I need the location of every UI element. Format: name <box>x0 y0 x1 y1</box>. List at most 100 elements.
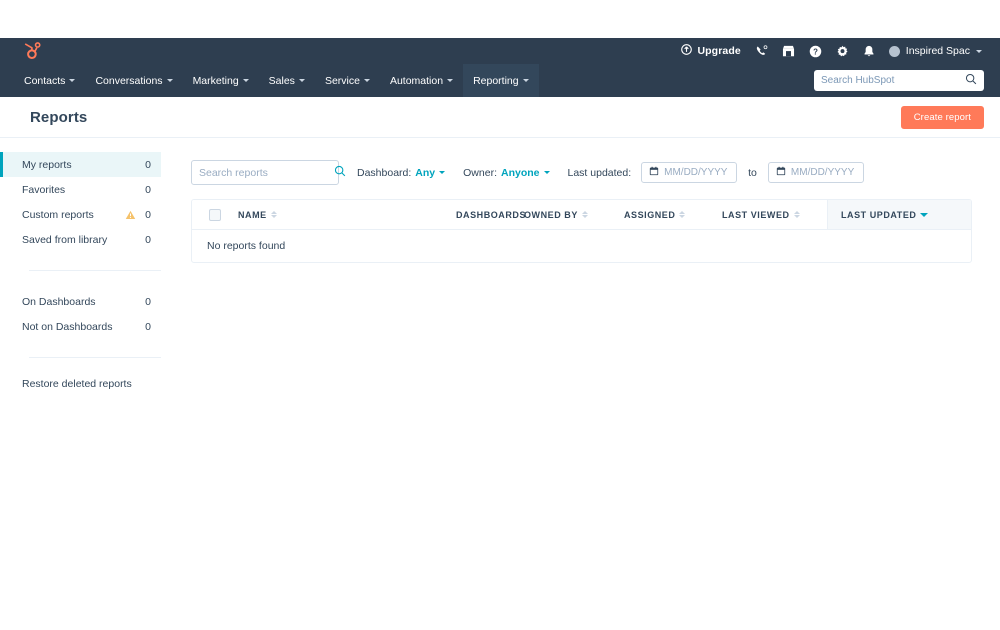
table-header-row: NAME DASHBOARDS OWNED BY ASSIGNED LAST V… <box>192 200 971 230</box>
nav-item-service[interactable]: Service <box>315 64 380 97</box>
column-header-owned-by[interactable]: OWNED BY <box>524 200 624 229</box>
nav-item-label: Marketing <box>192 74 239 87</box>
upgrade-button[interactable]: Upgrade <box>681 44 741 58</box>
owner-filter-label: Owner: <box>463 166 497 179</box>
main-content: Dashboard: Any Owner: Anyone Last update… <box>175 138 1000 263</box>
nav-items: Contacts Conversations Marketing Sales S… <box>14 64 539 97</box>
search-icon[interactable] <box>334 164 346 182</box>
owner-filter[interactable]: Owner: Anyone <box>463 166 550 179</box>
column-header-last-viewed[interactable]: LAST VIEWED <box>722 200 827 229</box>
bell-icon[interactable] <box>863 45 875 58</box>
sidebar-item-favorites[interactable]: Favorites 0 <box>0 177 161 202</box>
sidebar-item-count: 0 <box>145 158 151 171</box>
chevron-down-icon <box>522 79 529 82</box>
sidebar-item-label: On Dashboards <box>22 295 96 308</box>
column-label: LAST UPDATED <box>841 209 917 220</box>
sidebar-item-count: 0 <box>145 208 151 221</box>
search-reports-box[interactable] <box>191 160 346 185</box>
column-label: ASSIGNED <box>624 209 676 220</box>
sidebar-item-my-reports[interactable]: My reports 0 <box>0 152 161 177</box>
filter-bar: Dashboard: Any Owner: Anyone Last update… <box>191 160 972 185</box>
chevron-down-icon <box>543 171 550 174</box>
dashboard-filter[interactable]: Dashboard: Any <box>357 166 446 179</box>
sidebar-item-label: Saved from library <box>22 233 108 246</box>
nav-item-label: Reporting <box>473 74 519 87</box>
nav-item-label: Conversations <box>95 74 163 87</box>
date-to-input[interactable]: MM/DD/YYYY <box>767 162 864 183</box>
sidebar-item-count: 0 <box>145 320 151 333</box>
top-bar-right-cluster: Upgrade ? Inspired Spac <box>681 38 1000 64</box>
sidebar-item-on-dashboards[interactable]: On Dashboards 0 <box>0 289 161 314</box>
column-header-last-updated[interactable]: LAST UPDATED <box>827 200 971 229</box>
column-header-assigned[interactable]: ASSIGNED <box>624 200 722 229</box>
nav-item-automation[interactable]: Automation <box>380 64 463 97</box>
sidebar-item-not-on-dashboards[interactable]: Not on Dashboards 0 <box>0 314 161 339</box>
restore-deleted-reports-link[interactable]: Restore deleted reports <box>0 376 175 392</box>
global-search-box[interactable] <box>814 70 984 91</box>
column-label: LAST VIEWED <box>722 209 790 220</box>
chevron-down-icon <box>976 49 982 53</box>
sidebar-item-count: 0 <box>145 183 151 196</box>
nav-item-label: Contacts <box>24 74 66 87</box>
owner-filter-value-button[interactable]: Anyone <box>501 167 550 179</box>
sort-arrows-icon <box>793 211 800 218</box>
table-empty-state: No reports found <box>192 230 971 262</box>
warning-triangle-icon <box>125 210 136 220</box>
empty-message: No reports found <box>207 240 286 252</box>
nav-item-reporting[interactable]: Reporting <box>463 64 539 97</box>
chevron-down-icon <box>447 79 454 82</box>
create-report-button[interactable]: Create report <box>900 105 984 129</box>
select-all-cell <box>192 200 238 229</box>
column-header-dashboards[interactable]: DASHBOARDS <box>456 200 527 229</box>
sidebar-divider <box>29 357 161 358</box>
reports-table: NAME DASHBOARDS OWNED BY ASSIGNED LAST V… <box>191 199 972 263</box>
select-all-checkbox[interactable] <box>209 208 221 221</box>
search-input[interactable] <box>821 75 965 86</box>
sort-arrows-icon <box>581 211 588 218</box>
account-menu[interactable]: Inspired Spac <box>888 45 982 57</box>
upgrade-label: Upgrade <box>697 45 741 57</box>
sidebar-item-saved-from-library[interactable]: Saved from library 0 <box>0 227 161 252</box>
nav-item-sales[interactable]: Sales <box>259 64 315 97</box>
avatar <box>888 45 900 57</box>
page-body: My reports 0 Favorites 0 Custom reports … <box>0 138 1000 392</box>
help-icon[interactable]: ? <box>809 45 822 58</box>
phone-icon[interactable] <box>755 44 768 58</box>
column-label: NAME <box>238 209 267 220</box>
search-reports-input[interactable] <box>199 166 334 179</box>
nav-item-label: Automation <box>389 74 444 87</box>
chevron-down-icon <box>363 79 370 82</box>
page-header: Reports Create report <box>0 97 1000 138</box>
search-icon[interactable] <box>965 72 977 90</box>
hubspot-sprocket-logo[interactable] <box>20 41 42 61</box>
nav-item-conversations[interactable]: Conversations <box>85 64 182 97</box>
gear-icon[interactable] <box>836 45 849 58</box>
sidebar-item-custom-reports[interactable]: Custom reports 0 <box>0 202 161 227</box>
sidebar-item-count: 0 <box>145 295 151 308</box>
marketplace-icon[interactable] <box>782 45 795 57</box>
nav-item-contacts[interactable]: Contacts <box>14 64 85 97</box>
nav-item-label: Service <box>324 74 360 87</box>
last-updated-label: Last updated: <box>567 166 632 179</box>
column-label: DASHBOARDS <box>456 209 527 220</box>
sidebar-divider <box>29 270 161 271</box>
sidebar-item-label: Not on Dashboards <box>22 320 113 333</box>
dashboard-filter-label: Dashboard: <box>357 166 412 179</box>
page-title: Reports <box>30 108 88 126</box>
date-from-input[interactable]: MM/DD/YYYY <box>641 162 738 183</box>
svg-text:?: ? <box>813 47 818 56</box>
sidebar-item-label: Custom reports <box>22 208 94 221</box>
dashboard-filter-value-button[interactable]: Any <box>415 166 446 179</box>
nav-item-marketing[interactable]: Marketing <box>183 64 259 97</box>
hubspot-top-bar: Upgrade ? Inspired Spac <box>0 38 1000 64</box>
dashboard-filter-value: Any <box>415 166 436 179</box>
last-updated-filter: Last updated: MM/DD/YYYY to MM/DD/YYYY <box>568 162 864 183</box>
app-page: Upgrade ? Inspired Spac Contacts Convers… <box>0 0 1000 630</box>
date-from-placeholder: MM/DD/YYYY <box>664 167 728 178</box>
column-label: OWNED BY <box>524 209 578 220</box>
chevron-down-icon <box>439 171 446 174</box>
sidebar-item-count: 0 <box>145 233 151 246</box>
upgrade-arrow-icon <box>681 44 693 58</box>
chevron-down-icon <box>69 79 76 82</box>
column-header-name[interactable]: NAME <box>238 200 456 229</box>
